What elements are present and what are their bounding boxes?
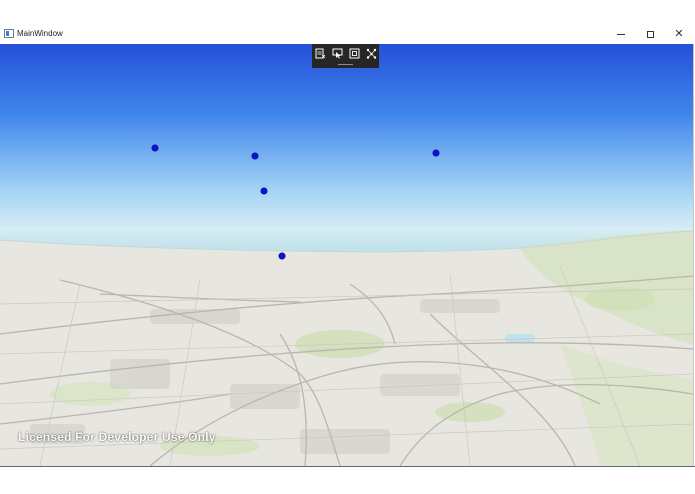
graphic-point[interactable]	[252, 153, 258, 159]
maximize-icon	[646, 30, 654, 38]
terrain-basemap	[0, 228, 693, 466]
graphic-point[interactable]	[279, 253, 285, 259]
close-button[interactable]: ✕	[664, 24, 694, 44]
graphic-point[interactable]	[433, 150, 439, 156]
title-bar[interactable]: MainWindow ✕	[0, 24, 695, 44]
minimize-icon	[617, 33, 625, 35]
graphic-point[interactable]	[152, 145, 158, 151]
toolbar-drag-handle[interactable]	[338, 64, 353, 65]
pond	[505, 334, 535, 342]
main-window: MainWindow ✕ Licensed For Developer Use …	[0, 24, 695, 467]
scene-view[interactable]: Licensed For Developer Use Only	[0, 44, 694, 466]
close-icon: ✕	[674, 27, 684, 40]
app-window-icon	[4, 29, 14, 38]
maximize-button[interactable]	[635, 24, 665, 44]
graphic-point[interactable]	[261, 188, 267, 194]
floating-toolbar	[312, 44, 379, 68]
select-arrow-icon[interactable]	[331, 47, 344, 60]
license-watermark: Licensed For Developer Use Only	[18, 430, 216, 444]
window-bottom-border	[0, 466, 695, 467]
layer-list-icon[interactable]	[314, 47, 327, 60]
minimize-button[interactable]	[606, 24, 636, 44]
network-icon[interactable]	[365, 47, 378, 60]
window-title: MainWindow	[17, 29, 63, 38]
frame-icon[interactable]	[348, 47, 361, 60]
